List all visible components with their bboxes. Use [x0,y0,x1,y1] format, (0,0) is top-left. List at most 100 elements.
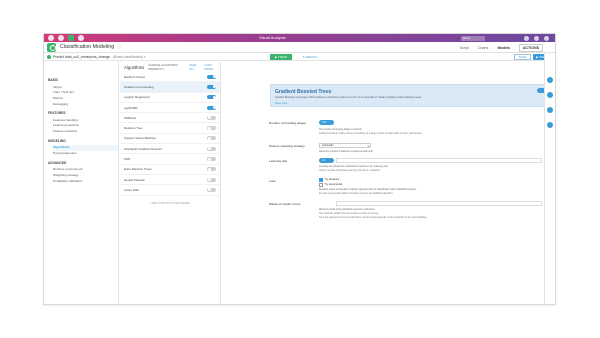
analysis-header: Classification Modeling ⓘ Script Charts … [44,42,555,59]
learning-rate-value[interactable]: 0.1 [319,158,334,163]
algorithm-row[interactable]: KNN [120,154,220,165]
algorithm-toggle[interactable] [207,84,216,89]
algorithm-name: LightGBM [124,105,138,110]
algorithm-name: Gradient tree boosting [124,84,154,89]
save-button[interactable]: SAVE [514,54,531,60]
algorithm-row[interactable]: XGBoost [120,113,220,124]
history-icon[interactable] [547,92,553,98]
algorithm-toggle[interactable] [207,146,216,151]
help-icon[interactable] [547,122,553,128]
nav-section-title: MODELING [48,138,66,143]
info-icon[interactable]: ⓘ [117,44,121,50]
analysis-logo-icon [47,42,56,52]
algorithm-name: Neural Network [124,177,145,182]
code-icon[interactable] [78,35,84,41]
algorithm-toggle[interactable] [207,95,216,100]
max-depth-input[interactable] [336,201,542,206]
feature-sampling-select[interactable]: Automatic [319,143,371,148]
tab-models[interactable]: Models [497,46,509,50]
checkbox-checked-icon[interactable] [319,178,323,182]
algorithm-name: XGBoost [124,115,137,120]
algorithm-name: Extra Random Trees [124,167,152,172]
app-logo-icon[interactable] [48,35,54,41]
boosting-stages-value[interactable]: 100 [319,120,334,125]
algorithm-toggle[interactable] [207,177,216,182]
save-as-link[interactable]: SAVE AS... [189,63,200,71]
result-button[interactable]: ↻ RESULT [299,54,321,60]
nav-item-hyperparameters[interactable]: Hyperparameters [53,151,118,157]
checkbox-icon[interactable] [319,183,323,187]
status-dot-icon [47,54,51,59]
task-select[interactable]: (Binary classification) ▾ [113,55,146,59]
settings-icon[interactable] [547,107,553,113]
param-hint: For loss 'exponential' gradient boosting… [319,193,394,195]
top-navbar: Visual Analysis jason [44,34,555,42]
actions-button[interactable]: ACTIONS [518,44,543,52]
algorithm-toggle[interactable] [207,74,216,79]
param-help: Deviance refers to binomial or logistic … [319,189,417,191]
right-toolbar [544,53,555,304]
loss-deviance-checkbox[interactable]: Try deviance [319,178,339,182]
algorithms-title: Algorithms [124,64,145,70]
grid-icon[interactable] [524,35,529,41]
search-input[interactable]: jason [461,35,485,41]
algorithm-name: Decision Tree [124,126,143,131]
presets-dropdown[interactable]: CHANGE ALGORITHM PRESETS ▾ [148,63,185,71]
model-subheader: Predict total_co2_emissions_change (Bina… [44,53,555,61]
algorithm-row[interactable]: Support Vector Machine [120,134,220,145]
algorithm-row[interactable]: Random Forest [120,72,220,83]
param-help: Learning rate shrinks the contribution o… [319,166,389,168]
algorithm-row[interactable]: Neural Network [120,175,220,186]
algorithm-toggle[interactable] [207,167,216,172]
algorithm-row[interactable]: Lasso Path [120,185,220,196]
algorithm-row[interactable]: Stochastic Gradient Descent [120,144,220,155]
settings-sidebar: BASIC Target Train / Test Set Metrics De… [44,62,119,304]
details-icon[interactable] [547,77,553,83]
param-label: Learning rate [269,159,288,163]
algorithm-row[interactable]: LightGBM [120,103,220,114]
chart-icon[interactable] [534,35,539,41]
algorithm-toggle[interactable] [207,105,216,110]
param-hint: Tune this parameter for best performance… [319,217,428,219]
algorithm-banner: Gradient Boosted Trees Gradient Boosting… [270,84,555,107]
algorithm-description: Gradient Boosting: a technique which pro… [275,96,422,99]
param-label: Loss [269,179,276,183]
flow-icon[interactable] [58,35,64,41]
algorithm-row[interactable]: Extra Random Trees [120,165,220,175]
nav-item-feature-reduction[interactable]: Feature reduction [53,129,118,135]
algorithm-toggle[interactable] [207,126,216,131]
checkbox-label: Try deviance [324,178,340,182]
algorithm-name: KNN [124,157,131,162]
train-button[interactable]: ▶ TRAIN [270,54,292,60]
param-label: Feature sampling strategy [269,144,305,148]
algorithm-row[interactable]: Logistic Regression [120,93,220,103]
param-hint: There is a trade-off between learning_ra… [319,170,381,172]
nav-section-title: FEATURES [48,111,66,116]
algorithm-toggle[interactable] [207,187,216,192]
algorithm-title: Gradient Boosted Trees [275,89,332,95]
tab-charts[interactable]: Charts [478,46,489,50]
user-icon[interactable] [544,35,549,41]
loss-exponential-checkbox[interactable]: Try exponential [319,183,342,187]
nav-section-title: BASIC [48,78,59,82]
copy-from-link[interactable]: COPY FROM... [204,63,220,71]
model-name: Predict total_co2_emissions_change [53,54,111,59]
add-custom-model-button[interactable]: + ADD CUSTOM PYTHON MODEL [120,202,220,205]
param-label: Number of boosting stages [269,121,306,125]
param-hint: The maximum depth limits the number of n… [319,213,380,215]
algorithm-row[interactable]: Decision Tree [120,123,220,134]
param-help: The number of boosting stages to perform… [319,129,363,131]
show-more-link[interactable]: Show more... [275,102,289,105]
algorithm-list-panel: Algorithms CHANGE ALGORITHM PRESETS ▾ SA… [120,62,221,304]
algorithm-toggle[interactable] [207,136,216,141]
nav-item-debugging[interactable]: Debugging [53,102,118,108]
algorithm-row[interactable]: Gradient tree boosting [120,82,220,93]
learning-rate-input[interactable] [336,158,542,163]
nav-item-calibration[interactable]: Probability calibration [53,179,118,185]
algorithm-toggle[interactable] [207,157,216,162]
tab-script[interactable]: Script [460,46,469,50]
algorithm-toggle[interactable] [207,115,216,120]
algorithm-name: Lasso Path [124,187,140,192]
project-icon[interactable] [68,35,74,41]
algorithm-name: Stochastic Gradient Descent [124,146,163,151]
